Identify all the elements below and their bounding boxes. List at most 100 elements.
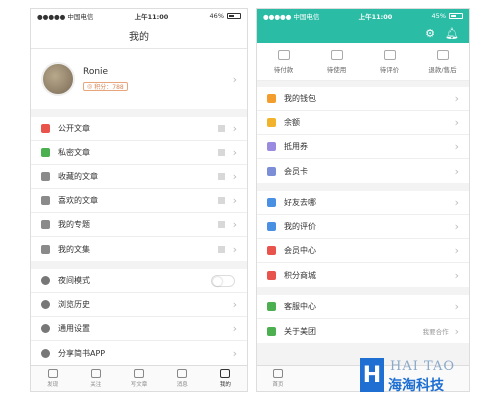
battery-icon — [227, 13, 241, 19]
menu-row[interactable]: 关于美团 我要合作 › — [257, 319, 469, 343]
menu-row[interactable]: 我的钱包 › — [257, 87, 469, 111]
bookmark-icon — [41, 172, 50, 181]
order-status-item[interactable]: 待使用 — [310, 43, 363, 80]
menu-label: 积分商城 — [284, 270, 316, 280]
logo-mark: H — [360, 358, 384, 392]
menu-row[interactable]: 通用设置 › — [31, 317, 247, 341]
tab-label: 我的 — [219, 382, 231, 388]
order-status-bar: 待付款 待使用 待评价 退款/售后 — [257, 43, 469, 81]
placeholder-marker — [217, 125, 225, 132]
follow-icon — [90, 369, 101, 378]
phone-icon — [267, 302, 276, 311]
haitao-logo: H HAI TAO 海淘科技 — [360, 358, 492, 394]
chevron-right-icon: › — [454, 92, 459, 105]
page-title: 我的 — [31, 23, 247, 49]
settings-icon[interactable]: ⚙ — [425, 27, 435, 40]
avatar[interactable] — [41, 62, 75, 96]
tab-3[interactable]: 消息 — [161, 366, 204, 391]
placeholder-marker — [217, 245, 225, 253]
menu-row[interactable]: 余额 › — [257, 111, 469, 135]
chevron-right-icon: › — [232, 122, 237, 135]
menu-row[interactable]: 我的专题 › — [31, 213, 247, 237]
profile-card[interactable]: Ronie ◎ 积分：788 › — [31, 49, 247, 109]
menu-row[interactable]: 收藏的文章 › — [31, 165, 247, 189]
points-badge: ◎ 积分：788 — [83, 82, 128, 91]
chevron-right-icon: › — [454, 140, 459, 153]
chevron-right-icon: › — [454, 196, 459, 209]
menu-label: 余额 — [284, 118, 300, 127]
tab-2[interactable]: 写文章 — [117, 366, 160, 391]
menu-row[interactable]: 我的文集 › — [31, 237, 247, 261]
battery-percent: 45% — [431, 12, 446, 20]
menu-label: 公开文章 — [58, 124, 90, 133]
header: ●●●●● 中国电信 上午11:00 45% ⚙ 🔔︎ — [257, 9, 469, 43]
menu-row[interactable]: 喜欢的文章 › — [31, 189, 247, 213]
status-right: 46% — [210, 12, 241, 20]
battery-percent: 46% — [209, 12, 224, 20]
chat-icon — [267, 222, 276, 231]
night-mode-toggle[interactable] — [211, 274, 235, 287]
wallet-icon — [267, 94, 276, 103]
lock-icon — [41, 148, 50, 157]
grid-icon — [41, 220, 50, 229]
order-status-label: 退款/售后 — [428, 65, 457, 74]
menu-row[interactable]: 好友去哪 › — [257, 191, 469, 215]
tab-label: 首页 — [272, 382, 284, 388]
chevron-right-icon: › — [232, 242, 237, 256]
menu-label: 会员卡 — [284, 166, 308, 176]
menu-row[interactable]: 我的评价 › — [257, 215, 469, 239]
menu-row[interactable]: 会员卡 › — [257, 159, 469, 183]
battery-icon — [449, 13, 463, 19]
home-icon — [273, 369, 283, 378]
tab-label: 消息 — [176, 382, 188, 388]
menu-row[interactable]: 抵用券 › — [257, 135, 469, 159]
share-icon — [41, 348, 50, 358]
row-right-text: 我要合作 — [422, 328, 449, 336]
moon-icon — [41, 276, 50, 285]
chevron-right-icon: › — [454, 220, 459, 233]
header-actions: ⚙ 🔔︎ — [257, 23, 469, 43]
menu-label: 我的专题 — [58, 220, 90, 229]
tab-0[interactable]: 首页 — [257, 366, 299, 391]
chevron-right-icon: › — [232, 322, 237, 335]
menu-label: 喜欢的文章 — [58, 196, 98, 205]
menu-row[interactable]: 分享简书APP › — [31, 341, 247, 365]
write-icon — [134, 369, 144, 378]
menu-row[interactable]: 公开文章 › — [31, 117, 247, 141]
chevron-right-icon: › — [454, 116, 459, 129]
coin-icon: ◎ — [87, 83, 93, 90]
wallet-icon — [277, 49, 290, 60]
logo-text-cn: 海淘科技 — [388, 378, 444, 394]
user-icon — [220, 369, 231, 378]
tab-4[interactable]: 我的 — [204, 366, 247, 391]
menu-row[interactable]: 私密文章 › — [31, 141, 247, 165]
menu-label: 客服中心 — [284, 302, 316, 311]
tab-0[interactable]: 发现 — [31, 366, 74, 391]
order-status-item[interactable]: 退款/售后 — [416, 43, 469, 80]
order-status-label: 待使用 — [326, 65, 347, 74]
menu-row[interactable]: 积分商城 › — [257, 263, 469, 287]
placeholder-marker — [217, 173, 225, 180]
clock-label: 上午11:00 — [358, 13, 393, 21]
logo-text-en: HAI TAO — [390, 359, 455, 374]
order-status-item[interactable]: 待评价 — [363, 43, 416, 80]
social-menu: 好友去哪 › 我的评价 › 会员中心 › 积分商城 › — [257, 191, 469, 287]
tab-1[interactable]: 关注 — [74, 366, 117, 391]
status-bar: ●●●●● 中国电信 上午11:00 45% — [257, 9, 469, 23]
placeholder-marker — [217, 149, 225, 156]
menu-label: 浏览历史 — [58, 300, 90, 309]
chevron-right-icon: › — [232, 194, 237, 207]
menu-row[interactable]: 会员中心 › — [257, 239, 469, 263]
wallet-menu: 我的钱包 › 余额 › 抵用券 › 会员卡 › — [257, 87, 469, 183]
tab-bar: 发现 关注 写文章 消息 我的 — [31, 365, 247, 391]
order-status-item[interactable]: 待付款 — [257, 43, 310, 80]
menu-label: 通用设置 — [58, 324, 90, 333]
chevron-right-icon: › — [232, 170, 237, 183]
bell-icon[interactable]: 🔔︎ — [445, 27, 459, 40]
menu-row[interactable]: 浏览历史 › — [31, 293, 247, 317]
menu-row[interactable]: 客服中心 › — [257, 295, 469, 319]
bell-icon — [177, 369, 188, 378]
profile-name: Ronie — [83, 67, 109, 77]
gear-icon — [41, 324, 50, 333]
menu-row[interactable]: 夜间模式 — [31, 269, 247, 293]
